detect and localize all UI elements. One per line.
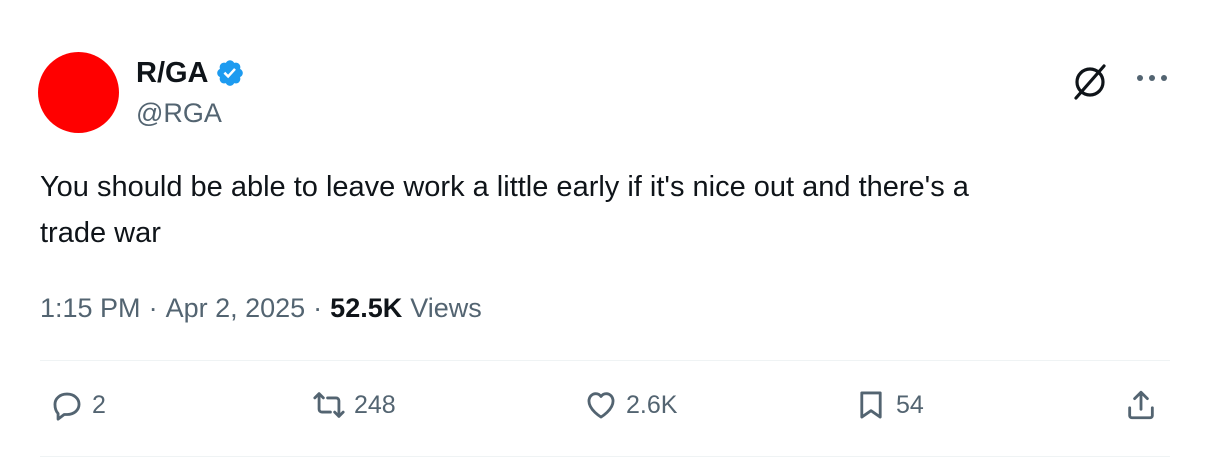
reply-count: 2 <box>92 390 106 419</box>
views-count: 52.5K <box>330 293 403 323</box>
tweet-text: You should be able to leave work a littl… <box>40 171 969 249</box>
bookmark-icon <box>860 391 882 419</box>
grok-icon[interactable] <box>1068 60 1112 104</box>
like-button[interactable]: 2.6K <box>584 388 677 422</box>
views-label: Views <box>410 293 482 323</box>
author-handle[interactable]: @RGA <box>136 96 222 130</box>
repost-button[interactable]: 248 <box>312 388 396 422</box>
meta-separator: · <box>313 293 323 323</box>
reply-icon <box>53 392 81 421</box>
meta-separator: · <box>148 293 158 323</box>
divider <box>40 360 1170 361</box>
reply-button[interactable]: 2 <box>50 388 106 422</box>
share-button[interactable] <box>1124 388 1158 422</box>
action-bar: 2 248 2.6K 54 <box>40 388 1170 432</box>
bookmark-count: 54 <box>896 390 924 419</box>
avatar[interactable] <box>38 52 119 133</box>
like-count: 2.6K <box>626 390 678 419</box>
author-name-row: R/GA <box>136 56 245 90</box>
verified-badge-icon[interactable] <box>215 58 245 88</box>
tweet-time[interactable]: 1:15 PM <box>40 290 141 326</box>
repost-icon <box>313 392 345 418</box>
repost-count: 248 <box>354 390 396 419</box>
tweet-card: R/GA @RGA You should be able to leave wo… <box>0 0 1210 464</box>
tweet-meta: 1:15 PM · Apr 2, 2025 · 52.5K Views <box>40 290 482 326</box>
more-icon[interactable] <box>1134 68 1170 88</box>
share-icon <box>1128 390 1154 420</box>
bookmark-button[interactable]: 54 <box>854 388 924 422</box>
tweet-date[interactable]: Apr 2, 2025 <box>166 290 306 326</box>
author-display-name[interactable]: R/GA <box>136 56 209 90</box>
bottom-divider <box>40 456 1170 457</box>
heart-icon <box>587 392 615 419</box>
